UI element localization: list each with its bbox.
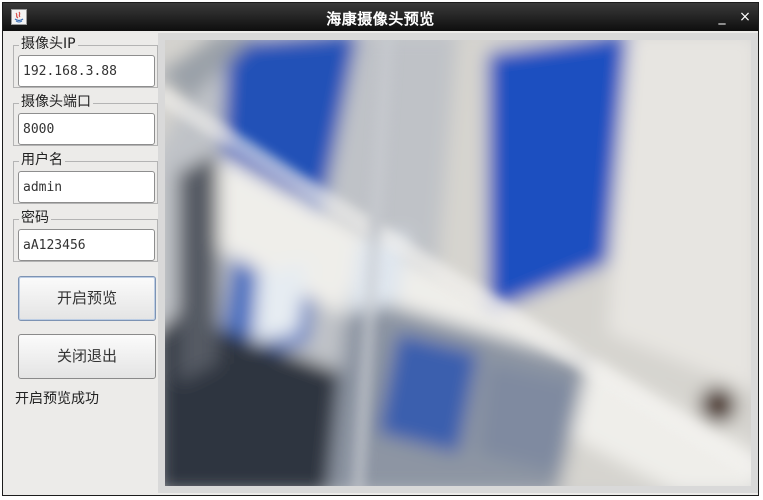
close-exit-button[interactable]: 关闭退出 bbox=[18, 334, 156, 379]
start-preview-button[interactable]: 开启预览 bbox=[18, 276, 156, 321]
password-label: 密码 bbox=[19, 210, 51, 226]
password-input[interactable] bbox=[18, 229, 155, 261]
app-window: 海康摄像头预览 _ × 摄像头IP 摄像头端口 用户名 密码 开启预览 关闭退出… bbox=[2, 2, 759, 496]
camera-port-input[interactable] bbox=[18, 113, 155, 145]
camera-preview-panel bbox=[158, 33, 758, 493]
camera-ip-group: 摄像头IP bbox=[13, 35, 159, 89]
camera-port-group: 摄像头端口 bbox=[13, 93, 159, 147]
minimize-button[interactable]: _ bbox=[713, 7, 731, 27]
status-text: 开启预览成功 bbox=[15, 391, 99, 407]
password-group: 密码 bbox=[13, 209, 159, 263]
camera-ip-label: 摄像头IP bbox=[19, 36, 78, 52]
camera-ip-input[interactable] bbox=[18, 55, 155, 87]
camera-video-feed bbox=[158, 33, 758, 493]
title-bar[interactable]: 海康摄像头预览 _ × bbox=[3, 3, 758, 31]
close-window-button[interactable]: × bbox=[736, 7, 754, 27]
camera-port-label: 摄像头端口 bbox=[19, 94, 93, 110]
username-group: 用户名 bbox=[13, 151, 159, 205]
window-title: 海康摄像头预览 bbox=[326, 10, 435, 28]
username-label: 用户名 bbox=[19, 152, 65, 168]
username-input[interactable] bbox=[18, 171, 155, 203]
